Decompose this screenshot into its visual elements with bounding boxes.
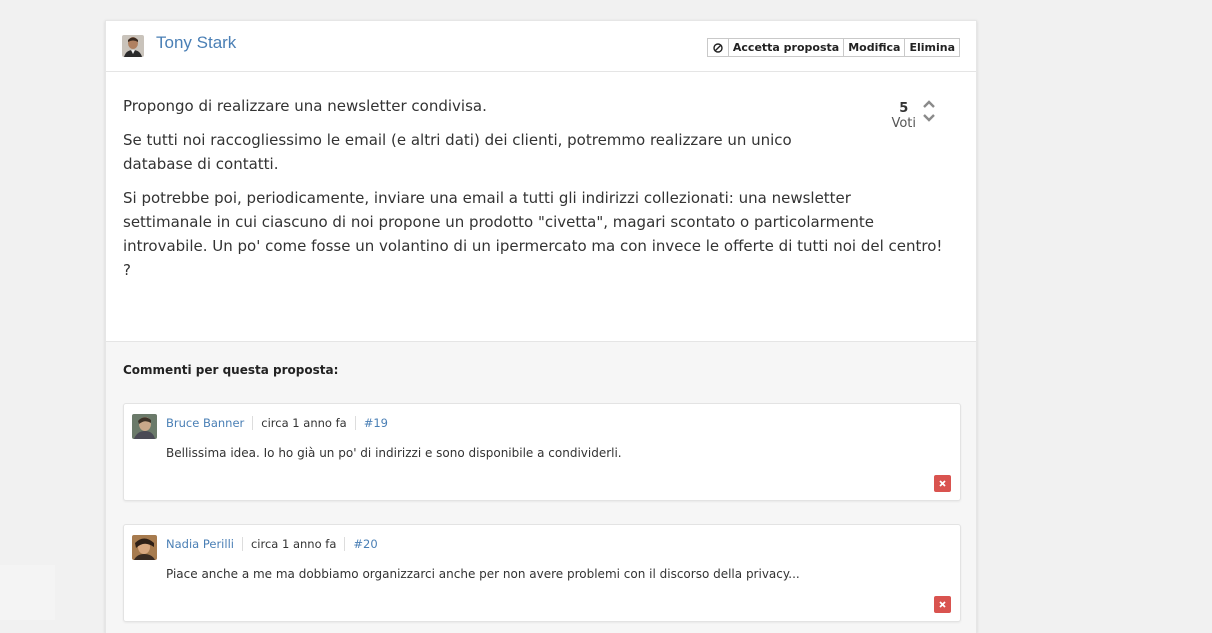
meta-divider	[354, 416, 356, 430]
comment-meta: Bruce Banner circa 1 anno fa #19	[166, 416, 388, 430]
close-icon	[939, 480, 946, 487]
proposal-card: Tony Stark Accetta proposta Modifica Eli…	[105, 20, 977, 633]
delete-comment-button[interactable]	[934, 475, 951, 492]
comments-section: Commenti per questa proposta: Bruce Bann…	[106, 341, 976, 633]
proposal-header: Tony Stark Accetta proposta Modifica Eli…	[106, 21, 976, 72]
meta-divider	[344, 537, 346, 551]
comment-id-link[interactable]: #19	[364, 416, 388, 430]
comment-item: Nadia Perilli circa 1 anno fa #20 Piace …	[123, 524, 961, 622]
proposal-paragraph: Propongo di realizzare una newsletter co…	[123, 97, 487, 115]
close-icon	[939, 601, 946, 608]
proposal-paragraph: Si potrebbe poi, periodicamente, inviare…	[123, 189, 943, 279]
ban-icon	[713, 42, 723, 53]
proposal-text: Propongo di realizzare una newsletter co…	[123, 94, 959, 282]
delete-button[interactable]: Elimina	[904, 38, 960, 57]
comment-author[interactable]: Bruce Banner	[166, 416, 244, 430]
vote-label: Voti	[891, 116, 916, 131]
comment-time: circa 1 anno fa	[250, 537, 337, 551]
edit-button[interactable]: Modifica	[843, 38, 906, 57]
vote-controls	[922, 99, 936, 123]
meta-divider	[252, 416, 254, 430]
comments-title: Commenti per questa proposta:	[123, 363, 339, 377]
comment-text: Bellissima idea. Io ho già un po' di ind…	[166, 446, 622, 460]
ban-button[interactable]	[706, 38, 729, 57]
background-panel	[0, 565, 55, 620]
author-avatar[interactable]	[122, 35, 144, 57]
upvote-chevron-icon[interactable]	[922, 99, 936, 109]
commenter-avatar[interactable]	[132, 535, 157, 560]
proposal-paragraph: Se tutti noi raccogliessimo le email (e …	[123, 131, 792, 173]
comment-author[interactable]: Nadia Perilli	[166, 537, 234, 551]
vote-counter: 5 Voti	[891, 101, 916, 131]
comment-meta: Nadia Perilli circa 1 anno fa #20	[166, 537, 378, 551]
comment-time: circa 1 anno fa	[261, 416, 347, 430]
commenter-avatar[interactable]	[132, 414, 157, 439]
accept-proposal-button[interactable]: Accetta proposta	[727, 38, 845, 57]
vote-count: 5	[899, 101, 909, 116]
proposal-actions: Accetta proposta Modifica Elimina	[706, 38, 960, 57]
proposal-body: Propongo di realizzare una newsletter co…	[106, 72, 976, 342]
comment-item: Bruce Banner circa 1 anno fa #19 Belliss…	[123, 403, 961, 501]
meta-divider	[241, 537, 243, 551]
comment-id-link[interactable]: #20	[353, 537, 377, 551]
downvote-chevron-icon[interactable]	[922, 113, 936, 123]
delete-comment-button[interactable]	[934, 596, 951, 613]
author-name[interactable]: Tony Stark	[156, 33, 236, 53]
comment-text: Piace anche a me ma dobbiamo organizzarc…	[166, 567, 800, 581]
